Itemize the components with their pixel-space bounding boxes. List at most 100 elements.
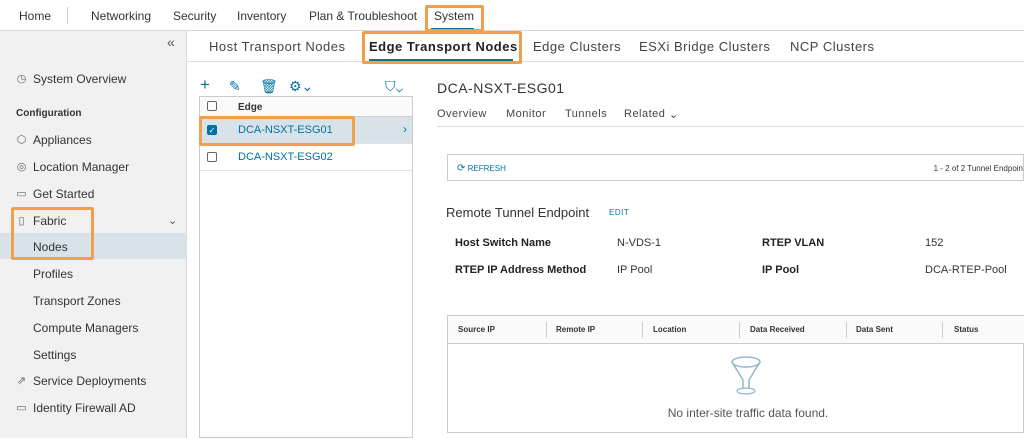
sidebar-item-profiles[interactable]: Profiles	[33, 267, 73, 281]
sidebar-item-compute-managers[interactable]: Compute Managers	[33, 321, 138, 335]
row-checkbox[interactable]	[207, 152, 217, 162]
nav-divider	[67, 7, 68, 24]
column-header-location: Location	[653, 325, 687, 334]
sidebar-item-service-deployments[interactable]: ⇗ Service Deployments	[16, 374, 147, 388]
sidebar-item-label: Identity Firewall AD	[33, 401, 136, 415]
filter-icon[interactable]: ⛉⌄	[385, 78, 403, 95]
edge-link[interactable]: DCA-NSXT-ESG02	[238, 151, 333, 163]
tab-esxi-bridge-clusters[interactable]: ESXi Bridge Clusters	[639, 39, 770, 54]
nav-tab-networking[interactable]: Networking	[91, 9, 151, 23]
delete-icon[interactable]: 🗑	[260, 78, 278, 95]
chevron-down-icon[interactable]: ⌄	[669, 108, 679, 121]
tunnel-table-header: Source IP Remote IP Location Data Receiv…	[448, 316, 1024, 344]
folder-icon: ▭	[16, 401, 27, 414]
chevron-down-icon[interactable]: ⌄	[168, 214, 177, 227]
add-icon[interactable]: +	[200, 75, 210, 95]
nav-tab-security[interactable]: Security	[173, 9, 216, 23]
tunnel-table: Source IP Remote IP Location Data Receiv…	[447, 315, 1024, 433]
sidebar-item-nodes[interactable]: Nodes	[33, 240, 68, 254]
sidebar-item-label: Appliances	[33, 133, 92, 147]
sidebar-item-label: System Overview	[33, 72, 127, 86]
sidebar-item-transport-zones[interactable]: Transport Zones	[33, 294, 121, 308]
nav-tab-system[interactable]: System	[434, 9, 474, 23]
tab-ncp-clusters[interactable]: NCP Clusters	[790, 39, 875, 54]
column-divider	[739, 322, 740, 338]
column-divider	[846, 322, 847, 338]
sidebar: « ◷ System Overview Configuration ⬡ Appl…	[0, 31, 187, 438]
rtep-ip-method-value: IP Pool	[617, 264, 653, 276]
subtab-divider	[437, 126, 1024, 127]
host-switch-label: Host Switch Name	[455, 237, 551, 249]
share-icon: ⇗	[16, 374, 27, 387]
sidebar-item-label: Service Deployments	[33, 374, 147, 388]
sidebar-item-get-started[interactable]: ▭ Get Started	[16, 187, 94, 201]
tab-host-transport-nodes[interactable]: Host Transport Nodes	[209, 39, 345, 54]
collapse-sidebar-button[interactable]: «	[167, 34, 175, 50]
chevron-right-icon[interactable]: ›	[403, 122, 407, 136]
sidebar-section-configuration: Configuration	[16, 108, 82, 119]
cube-icon: ⬡	[16, 133, 27, 146]
location-icon: ◎	[16, 160, 27, 173]
column-divider	[546, 322, 547, 338]
refresh-button[interactable]: ⟳ REFRESH	[457, 163, 506, 174]
clock-icon: ◷	[16, 72, 27, 85]
tab-active-indicator	[369, 59, 513, 62]
edge-list-panel: + ✎ 🗑 ⚙⌄ ⛉⌄ Edge ✓ DCA-NSXT-ESG01 › DCA-…	[199, 72, 413, 438]
row-checkbox[interactable]: ✓	[207, 125, 217, 135]
rtep-vlan-label: RTEP VLAN	[762, 237, 825, 249]
subtab-tunnels[interactable]: Tunnels	[565, 108, 607, 120]
column-header-data-sent: Data Sent	[856, 325, 893, 334]
monitor-icon: ▭	[16, 187, 27, 200]
column-divider	[942, 322, 943, 338]
sidebar-item-appliances[interactable]: ⬡ Appliances	[16, 133, 92, 147]
sidebar-item-label: Location Manager	[33, 160, 130, 174]
edge-table-header: Edge	[200, 97, 412, 117]
gear-icon[interactable]: ⚙⌄	[289, 78, 313, 95]
pagination-info: 1 - 2 of 2 Tunnel Endpoin	[933, 164, 1023, 173]
column-header-source-ip: Source IP	[458, 325, 495, 334]
column-header-status: Status	[954, 325, 979, 334]
sidebar-item-fabric[interactable]: ▯ Fabric	[16, 214, 66, 228]
select-all-checkbox[interactable]	[207, 101, 217, 111]
nav-tab-home[interactable]: Home	[19, 9, 51, 23]
sidebar-item-location-manager[interactable]: ◎ Location Manager	[16, 160, 129, 174]
top-nav: Home Networking Security Inventory Plan …	[0, 0, 1024, 31]
table-row[interactable]: DCA-NSXT-ESG02	[200, 144, 412, 171]
column-header-remote-ip: Remote IP	[556, 325, 596, 334]
nav-tab-inventory[interactable]: Inventory	[237, 9, 286, 23]
main-tabs: Host Transport Nodes Edge Transport Node…	[187, 31, 1024, 62]
column-header-edge: Edge	[238, 102, 263, 113]
sidebar-item-label: Fabric	[33, 214, 67, 228]
tab-edge-transport-nodes[interactable]: Edge Transport Nodes	[369, 39, 518, 54]
column-header-data-received: Data Received	[750, 325, 805, 334]
edit-pencil-icon[interactable]: ✎	[229, 78, 241, 95]
edge-link[interactable]: DCA-NSXT-ESG01	[238, 124, 333, 136]
ip-pool-value: DCA-RTEP-Pool	[925, 264, 1007, 276]
column-divider	[642, 322, 643, 338]
server-icon: ▯	[18, 214, 25, 227]
sidebar-item-identity-firewall-ad[interactable]: ▭ Identity Firewall AD	[16, 401, 136, 415]
empty-filter-icon	[731, 356, 761, 395]
edit-button[interactable]: EDIT	[609, 208, 629, 217]
refresh-label: REFRESH	[467, 164, 506, 173]
detail-title: DCA-NSXT-ESG01	[437, 80, 565, 96]
subtab-overview[interactable]: Overview	[437, 108, 487, 120]
host-switch-value: N-VDS-1	[617, 237, 662, 249]
refresh-icon: ⟳	[457, 163, 466, 174]
table-row[interactable]: ✓ DCA-NSXT-ESG01 ›	[200, 117, 412, 144]
refresh-bar: ⟳ REFRESH 1 - 2 of 2 Tunnel Endpoin	[447, 154, 1024, 181]
sidebar-selected-background	[0, 233, 186, 259]
nav-tab-plan-troubleshoot[interactable]: Plan & Troubleshoot	[309, 9, 417, 23]
sidebar-item-label: Get Started	[33, 187, 95, 201]
sidebar-item-system-overview[interactable]: ◷ System Overview	[16, 72, 127, 86]
subtab-related[interactable]: Related	[624, 108, 665, 120]
ip-pool-label: IP Pool	[762, 264, 800, 276]
tab-edge-clusters[interactable]: Edge Clusters	[533, 39, 621, 54]
sidebar-item-settings[interactable]: Settings	[33, 348, 76, 362]
rtep-vlan-value: 152	[925, 237, 944, 249]
rtep-section-title: Remote Tunnel Endpoint	[446, 205, 590, 220]
subtab-monitor[interactable]: Monitor	[506, 108, 546, 120]
edge-table: Edge ✓ DCA-NSXT-ESG01 › DCA-NSXT-ESG02	[199, 96, 413, 438]
empty-state-text: No inter-site traffic data found.	[667, 406, 829, 420]
rtep-ip-method-label: RTEP IP Address Method	[455, 264, 587, 276]
